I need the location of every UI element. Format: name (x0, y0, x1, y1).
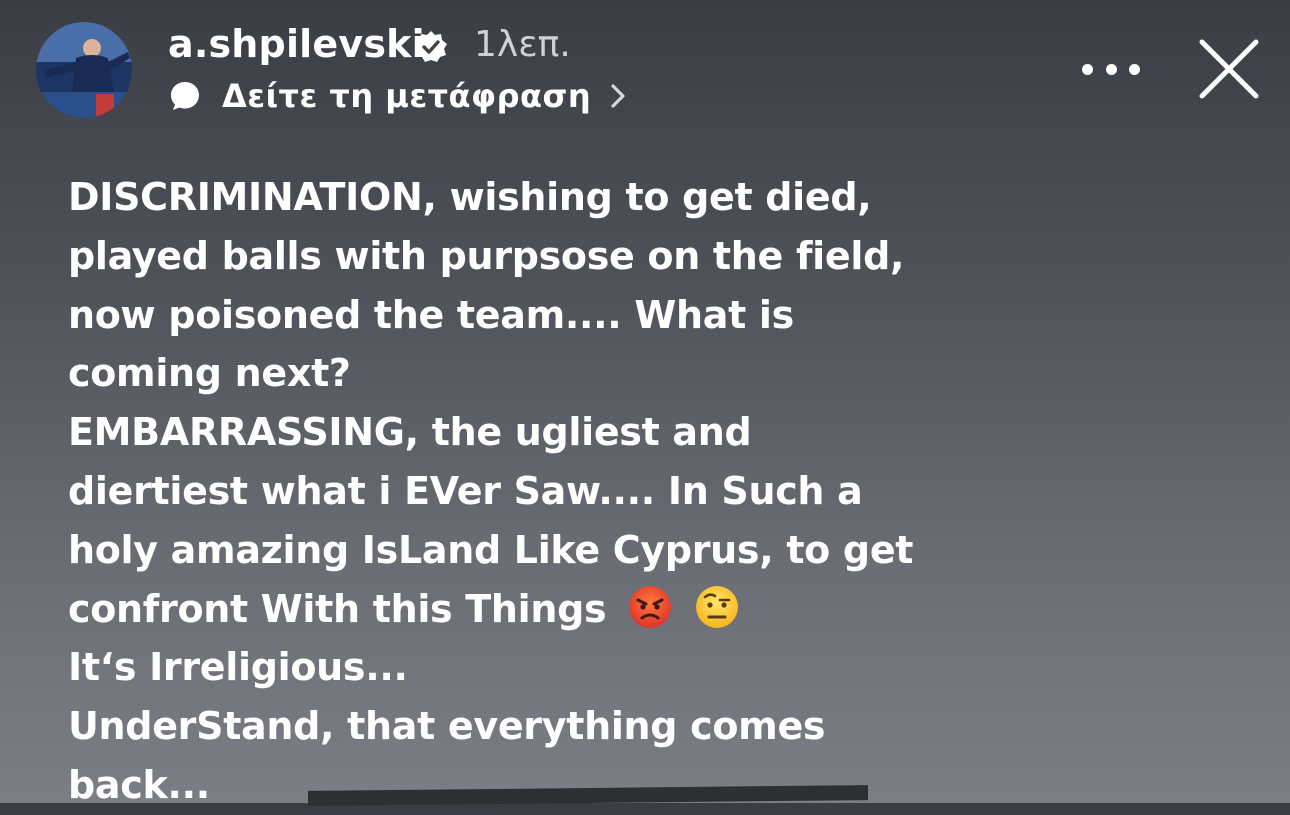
raised-eyebrow-face-icon (696, 585, 739, 628)
more-options-button[interactable] (1082, 54, 1140, 84)
post-line: It‘s Irreligious... (68, 645, 408, 690)
post-line: diertiest what i EVer Saw.... In Such a (68, 468, 863, 513)
username[interactable]: a.shpilevski (168, 22, 425, 66)
speech-bubble-icon (171, 82, 199, 110)
see-translation-button[interactable]: Δείτε τη μετάφραση (168, 74, 629, 118)
post-time: 1λεπ. (474, 24, 571, 65)
post-line-with-emojis: confront With this Things (68, 580, 968, 639)
close-icon[interactable] (1196, 36, 1262, 102)
post-line: UnderStand, that everything comes (68, 704, 826, 749)
chevron-right-icon (611, 84, 625, 108)
post-line: DISCRIMINATION, wishing to get died, (68, 175, 872, 219)
post-line: holy amazing IsLand Like Cyprus, to get (68, 527, 914, 572)
post-line-text: confront With this Things (68, 586, 607, 631)
see-translation-label: Δείτε τη μετάφραση (222, 77, 592, 115)
avatar-photo (36, 22, 132, 118)
more-horizontal-icon (1105, 63, 1117, 75)
angry-face-icon (629, 585, 672, 628)
story-header: a.shpilevski 1λεπ. Δείτε τη μετάφραση (0, 0, 1290, 130)
more-horizontal-icon (1129, 63, 1140, 75)
verified-badge-icon (415, 31, 447, 62)
story-post-text: DISCRIMINATION, wishing to get died, pla… (68, 168, 968, 815)
more-horizontal-icon (1082, 63, 1093, 75)
avatar[interactable] (36, 22, 132, 118)
post-line: EMBARRASSING, the ugliest and (68, 410, 752, 455)
post-line: now poisoned the team.... What is (68, 292, 794, 337)
post-line: coming next? (68, 351, 351, 396)
post-line: played balls with purpsose on the field, (68, 233, 905, 278)
